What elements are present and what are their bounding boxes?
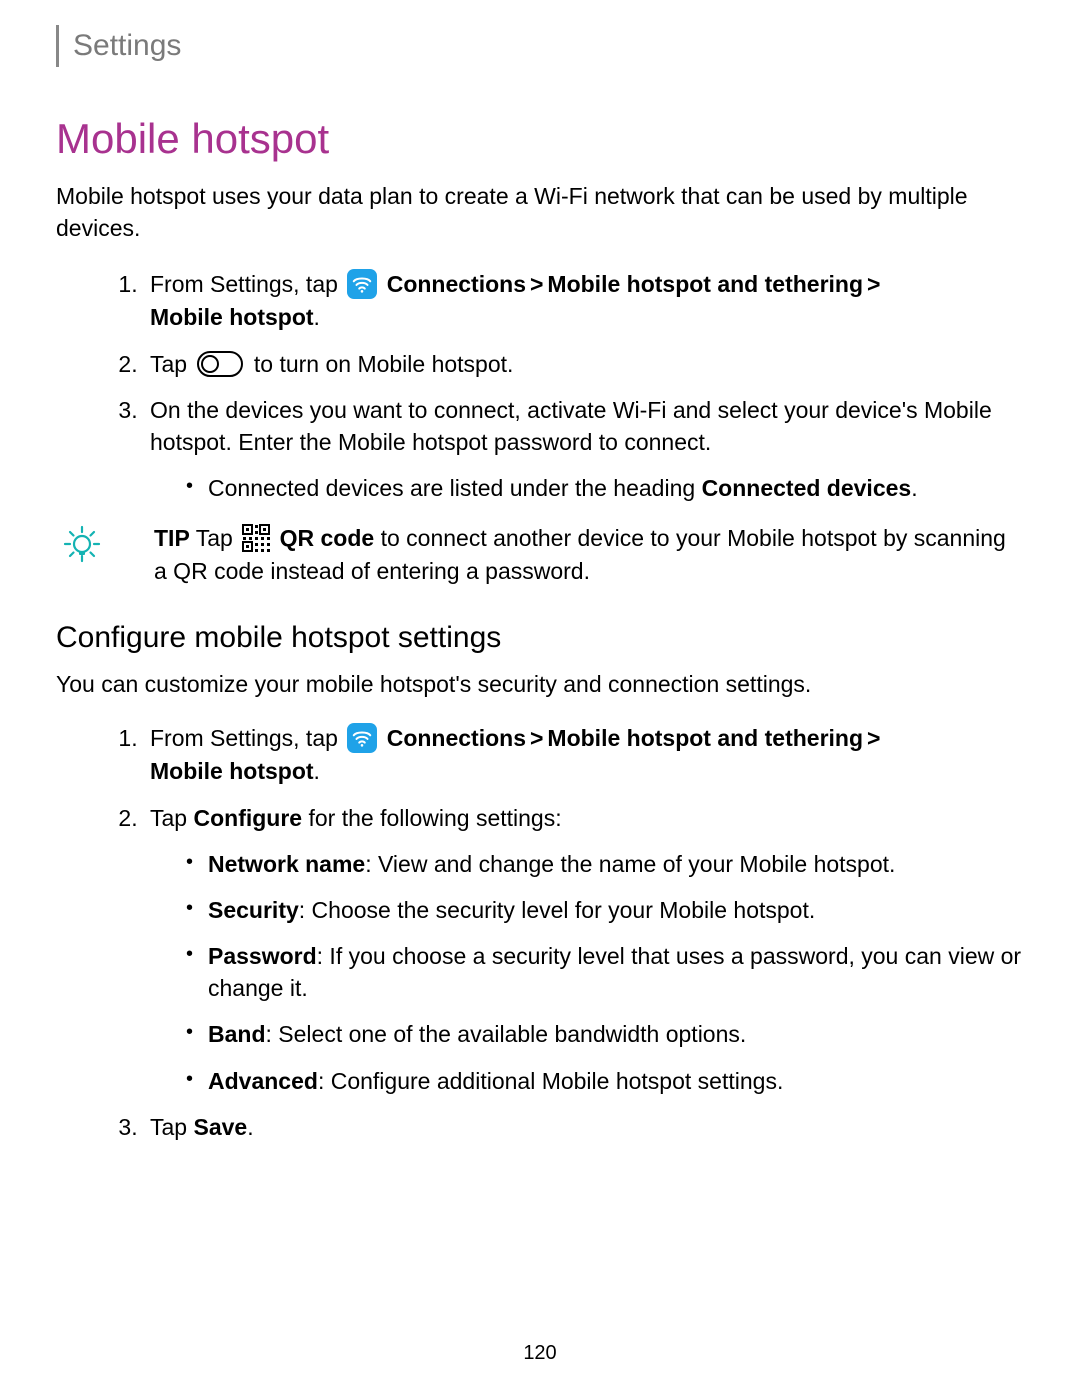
bullet-advanced: Advanced: Configure additional Mobile ho… xyxy=(186,1065,1024,1097)
page-title: Mobile hotspot xyxy=(56,115,1024,163)
step-1-mh: Mobile hotspot xyxy=(150,304,314,330)
s2-step-1-pre: From Settings, tap xyxy=(150,725,344,751)
s2-step-1-mhtether: Mobile hotspot and tethering xyxy=(547,725,863,751)
step-1-mhtether: Mobile hotspot and tethering xyxy=(547,271,863,297)
tip-callout: TIP Tap xyxy=(56,522,1024,586)
s2-step-3-bold: Save xyxy=(193,1114,247,1140)
s2-step-1-connections: Connections xyxy=(387,725,526,751)
qr-code-icon xyxy=(242,524,270,552)
sep: > xyxy=(867,271,880,297)
s2-step-2-configure: Configure xyxy=(193,805,302,831)
sep: > xyxy=(530,725,543,751)
breadcrumb: Settings xyxy=(56,25,1024,67)
tip-qr-bold: QR code xyxy=(280,525,375,551)
s2-step-2-pre: Tap xyxy=(150,805,193,831)
step-3-bullet: Connected devices are listed under the h… xyxy=(186,472,1024,504)
bullet-password: Password: If you choose a security level… xyxy=(186,940,1024,1004)
steps-list-1: From Settings, tap Connections>Mobile ho… xyxy=(56,268,1024,504)
breadcrumb-divider xyxy=(56,25,59,67)
step-3: On the devices you want to connect, acti… xyxy=(144,394,1024,505)
step-1: From Settings, tap Connections>Mobile ho… xyxy=(144,268,1024,333)
intro-text: Mobile hotspot uses your data plan to cr… xyxy=(56,181,1024,244)
step-3-text: On the devices you want to connect, acti… xyxy=(150,397,992,455)
steps-list-2: From Settings, tap Connections>Mobile ho… xyxy=(56,722,1024,1143)
step-3-bullet-pre: Connected devices are listed under the h… xyxy=(208,475,702,501)
toggle-icon xyxy=(197,351,243,377)
s2-step-1-mh: Mobile hotspot xyxy=(150,758,314,784)
page-number: 120 xyxy=(0,1342,1080,1365)
tip-lightbulb-icon xyxy=(62,524,102,569)
connections-icon xyxy=(347,269,377,299)
bullet-security: Security: Choose the security level for … xyxy=(186,894,1024,926)
step-3-bullet-bold: Connected devices xyxy=(702,475,912,501)
s2-step-3: Tap Save. xyxy=(144,1111,1024,1143)
step-2-pre: Tap xyxy=(150,351,193,377)
section-2-title: Configure mobile hotspot settings xyxy=(56,621,1024,655)
breadcrumb-label: Settings xyxy=(73,29,181,63)
step-3-bullet-post: . xyxy=(911,475,917,501)
tip-body: TIP Tap xyxy=(114,522,1024,586)
tip-pre: Tap xyxy=(190,525,239,551)
step-2: Tap to turn on Mobile hotspot. xyxy=(144,348,1024,380)
sep: > xyxy=(530,271,543,297)
s2-step-1: From Settings, tap Connections>Mobile ho… xyxy=(144,722,1024,787)
s2-step-2: Tap Configure for the following settings… xyxy=(144,802,1024,1097)
tip-label: TIP xyxy=(154,525,190,551)
section-2-intro: You can customize your mobile hotspot's … xyxy=(56,669,1024,701)
step-1-pre: From Settings, tap xyxy=(150,271,344,297)
bullet-network-name: Network name: View and change the name o… xyxy=(186,848,1024,880)
connections-icon xyxy=(347,723,377,753)
bullet-band: Band: Select one of the available bandwi… xyxy=(186,1018,1024,1050)
step-1-connections: Connections xyxy=(387,271,526,297)
s2-step-2-bullets: Network name: View and change the name o… xyxy=(150,848,1024,1097)
step-2-post: to turn on Mobile hotspot. xyxy=(247,351,513,377)
s2-step-3-pre: Tap xyxy=(150,1114,193,1140)
s2-step-3-post: . xyxy=(247,1114,253,1140)
s2-step-2-post: for the following settings: xyxy=(302,805,562,831)
sep: > xyxy=(867,725,880,751)
step-3-sublist: Connected devices are listed under the h… xyxy=(150,472,1024,504)
